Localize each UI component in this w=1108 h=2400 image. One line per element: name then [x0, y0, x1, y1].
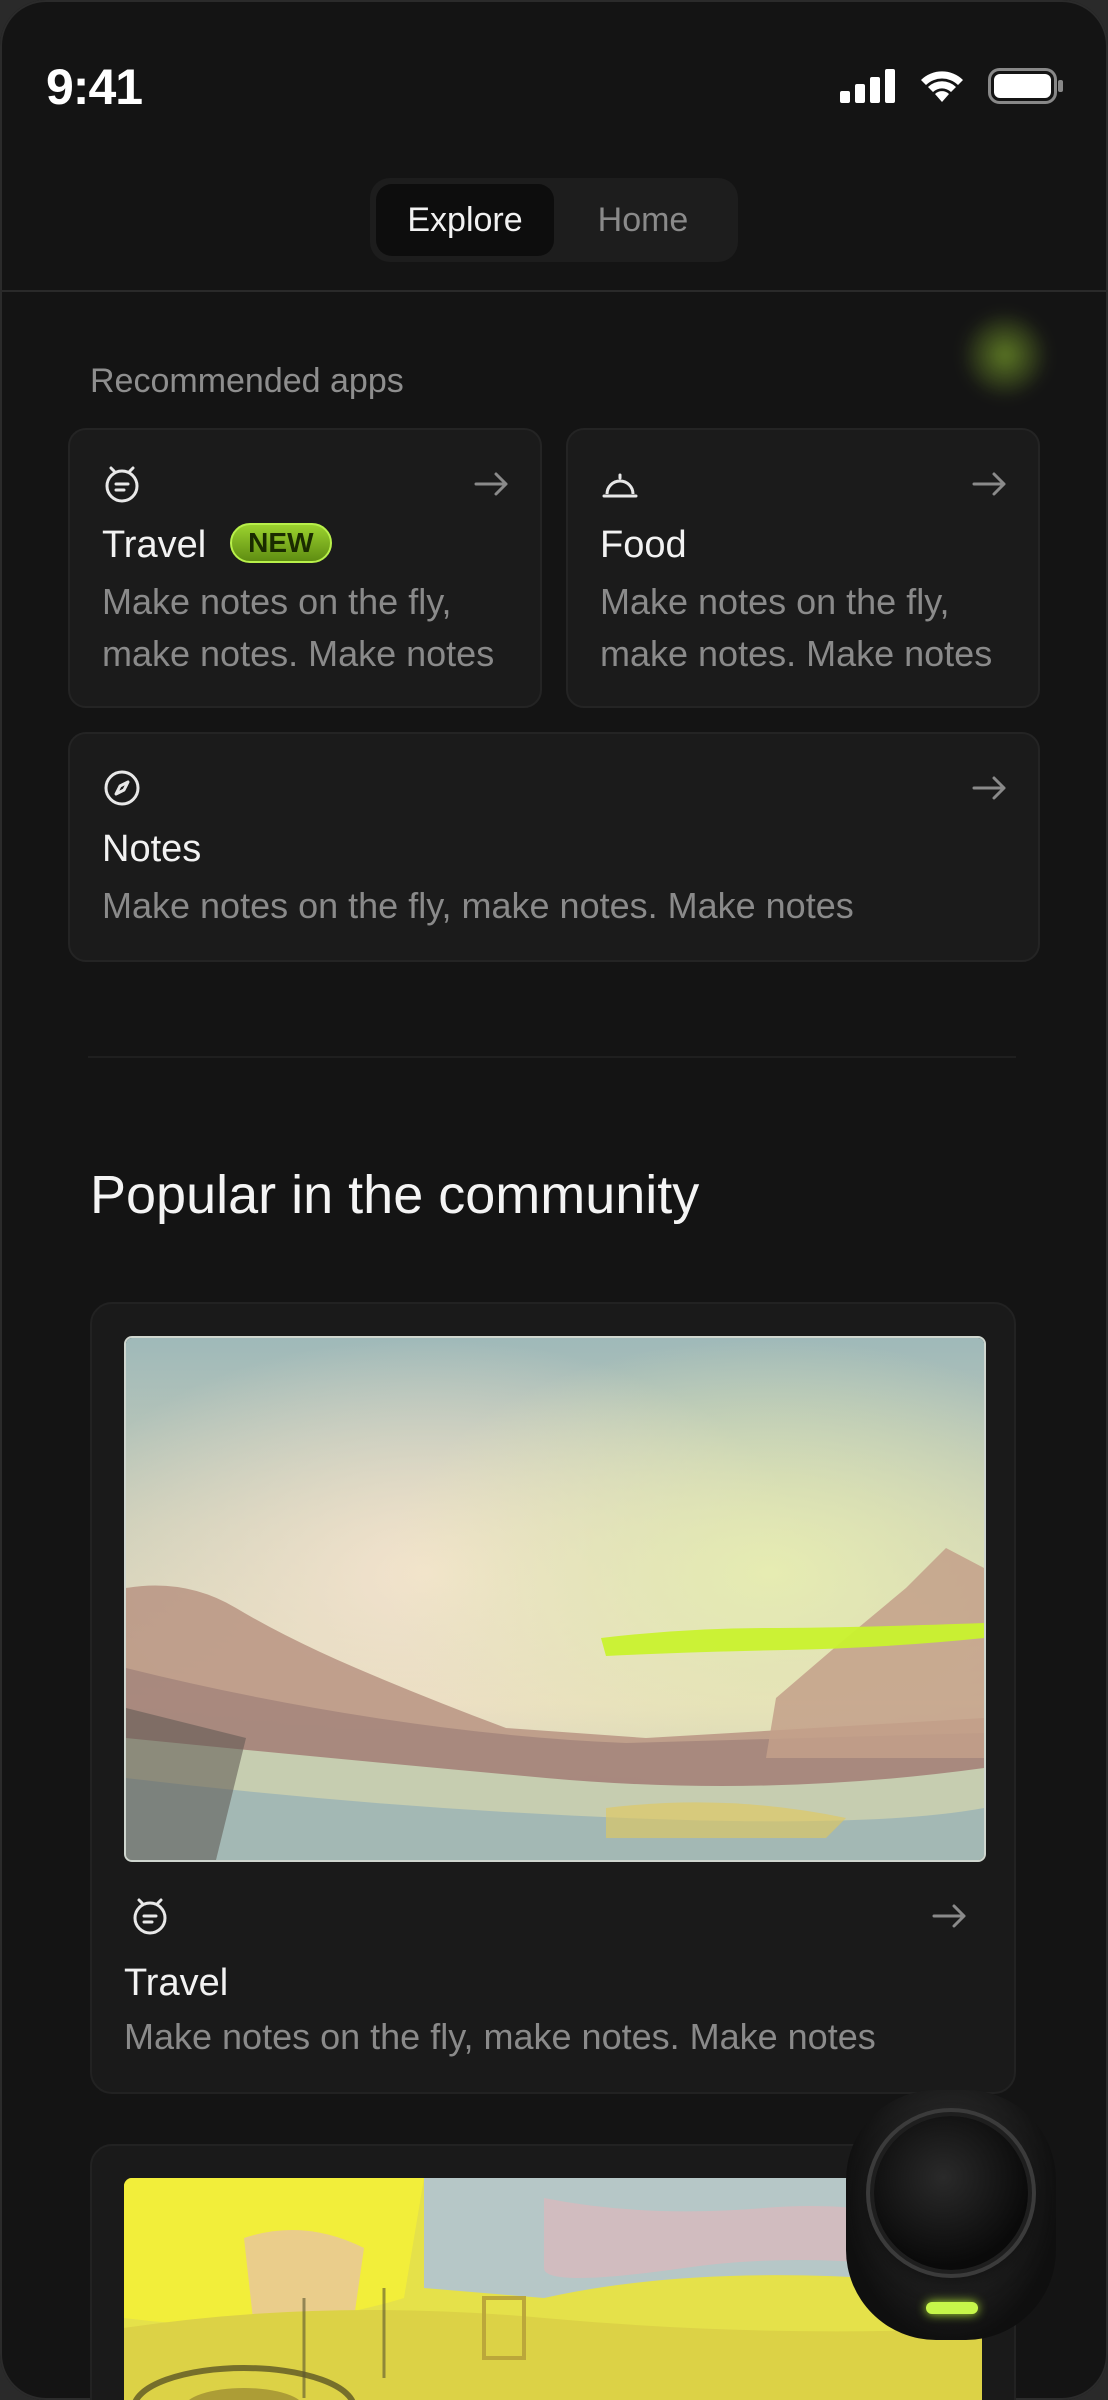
section-label-recommended: Recommended apps — [90, 362, 404, 400]
app-card-travel[interactable]: Travel NEW Make notes on the fly, make no… — [68, 428, 542, 708]
app-card-title: Travel NEW — [102, 522, 332, 567]
header-divider — [0, 290, 1108, 292]
app-card-description: Make notes on the fly, make notes. Make … — [102, 885, 854, 926]
app-card-title: Notes — [102, 828, 202, 870]
phone-screen: 9:41 Explore Home Recommended apps Trave… — [0, 0, 1108, 2400]
landscape-painting-image — [124, 1336, 986, 1862]
section-heading-popular: Popular in the community — [90, 1165, 700, 1225]
arrow-right-icon[interactable] — [970, 768, 1010, 808]
app-card-title-text: Travel — [102, 524, 207, 566]
community-card-title: Travel — [124, 1962, 229, 2004]
status-time: 9:41 — [46, 59, 143, 115]
description-line: Make notes on the fly, — [102, 581, 452, 622]
travel-icon — [133, 1898, 167, 1935]
tab-switcher: Explore Home — [370, 178, 738, 262]
description-line: make notes. Make notes — [600, 633, 993, 674]
tab-explore[interactable]: Explore — [376, 184, 554, 256]
app-card-title: Food — [600, 524, 687, 566]
wifi-icon — [921, 71, 963, 102]
status-icons — [840, 68, 1064, 104]
decorative-glow — [947, 297, 1063, 413]
tab-home[interactable]: Home — [554, 184, 732, 256]
description-line: Make notes on the fly, — [600, 581, 950, 622]
community-card-description: Make notes on the fly, make notes. Make … — [124, 2016, 876, 2057]
signal-icon — [840, 69, 895, 103]
arrow-right-icon[interactable] — [930, 1896, 970, 1936]
compass-icon — [104, 770, 140, 806]
floating-knob-button[interactable] — [874, 2116, 1028, 2270]
app-card-description: Make notes on the fly, make notes. Make … — [102, 576, 494, 680]
arrow-right-icon[interactable] — [472, 464, 512, 504]
app-card-description: Make notes on the fly, make notes. Make … — [600, 576, 992, 680]
description-line: make notes. Make notes — [102, 633, 495, 674]
app-card-notes[interactable]: Notes Make notes on the fly, make notes.… — [68, 732, 1040, 962]
battery-icon — [988, 68, 1063, 104]
section-divider — [88, 1056, 1016, 1058]
active-indicator — [926, 2302, 978, 2314]
floating-action-area — [846, 2090, 1056, 2340]
app-card-food[interactable]: Food Make notes on the fly, make notes. … — [566, 428, 1040, 708]
arrow-right-icon[interactable] — [970, 464, 1010, 504]
travel-icon — [105, 466, 139, 503]
community-card[interactable]: Travel Make notes on the fly, make notes… — [90, 1302, 1016, 2094]
food-cloche-icon — [602, 473, 638, 498]
new-badge: NEW — [230, 522, 332, 563]
